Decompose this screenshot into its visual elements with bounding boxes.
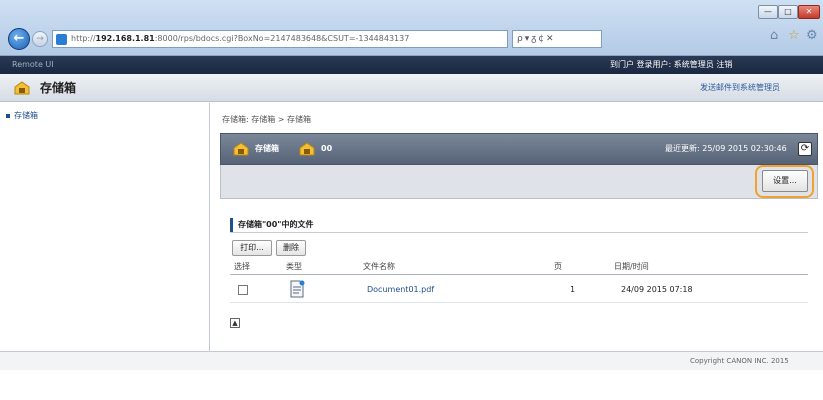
back-arrow-icon[interactable]: ← — [8, 28, 30, 50]
maximize-button[interactable]: □ — [778, 5, 798, 19]
user-links[interactable]: 到门户 登录用户: 系统管理员 注销 — [610, 56, 732, 74]
row-select-checkbox[interactable] — [238, 285, 248, 295]
panel-label-mailbox: 存储箱 — [255, 144, 279, 153]
site-favicon-icon — [56, 34, 67, 45]
close-window-button[interactable]: ✕ — [798, 5, 820, 19]
file-pages: 1 — [570, 285, 576, 294]
forward-arrow-icon[interactable]: → — [32, 31, 48, 47]
column-header-type: 类型 — [286, 262, 302, 271]
document-icon — [290, 280, 305, 298]
breadcrumb[interactable]: 存储箱: 存储箱 > 存储箱 — [222, 113, 311, 127]
column-header-pages: 页 — [554, 262, 562, 271]
file-date: 24/09 2015 07:18 — [621, 285, 693, 294]
mail-admin-link[interactable]: 发送邮件到系统管理员 — [700, 74, 780, 102]
star-icon[interactable]: ☆ — [788, 28, 800, 43]
last-updated: 最近更新: 25/09 2015 02:30:46 — [665, 144, 787, 153]
sidebar-item-mailbox[interactable]: 存储箱 — [6, 109, 38, 123]
table-header-divider — [230, 274, 808, 275]
column-header-select: 选择 — [234, 262, 250, 271]
copyright-text: Copyright CANON INC. 2015 — [690, 357, 789, 365]
column-header-name: 文件名称 — [363, 262, 395, 271]
section-title: 存储箱"00"中的文件 — [230, 218, 313, 232]
file-name-link[interactable]: Document01.pdf — [367, 283, 434, 297]
mailbox-icon — [233, 142, 249, 156]
gear-icon[interactable]: ⚙ — [806, 28, 818, 43]
print-button[interactable]: 打印... — [232, 240, 272, 256]
sidebar: 存储箱 — [0, 103, 210, 351]
section-divider — [230, 232, 808, 233]
app-title-bar: 存储箱 发送邮件到系统管理员 — [0, 74, 823, 102]
minimize-button[interactable]: — — [758, 5, 778, 19]
back-to-top-icon[interactable]: ▲ — [230, 318, 240, 328]
box-panel-body — [220, 165, 818, 199]
delete-button[interactable]: 删除 — [276, 240, 306, 256]
settings-button[interactable]: 设置... — [762, 170, 808, 192]
address-url: http://192.168.1.81:8000/rps/bdocs.cgi?B… — [71, 34, 410, 43]
address-tools[interactable]: ρ▾ᵹ¢✕ — [512, 30, 602, 48]
box-icon — [299, 142, 315, 156]
bullet-icon — [6, 113, 10, 118]
column-header-date: 日期/时间 — [614, 262, 649, 271]
address-bar[interactable]: http://192.168.1.81:8000/rps/bdocs.cgi?B… — [52, 30, 508, 48]
panel-label-box-number: 00 — [321, 144, 333, 153]
app-top-bar: Remote UI 到门户 登录用户: 系统管理员 注销 — [0, 56, 823, 74]
mailbox-icon — [14, 81, 30, 95]
page-title: 存储箱 — [40, 81, 77, 95]
sidebar-item-label: 存储箱 — [14, 111, 38, 120]
app-brand: Remote UI — [12, 60, 54, 69]
refresh-icon[interactable]: ⟳ — [798, 142, 812, 156]
home-icon[interactable]: ⌂ — [770, 28, 778, 43]
table-row-divider — [230, 302, 808, 303]
box-panel-header: 存储箱 00 最近更新: 25/09 2015 02:30:46 ⟳ — [220, 133, 818, 165]
